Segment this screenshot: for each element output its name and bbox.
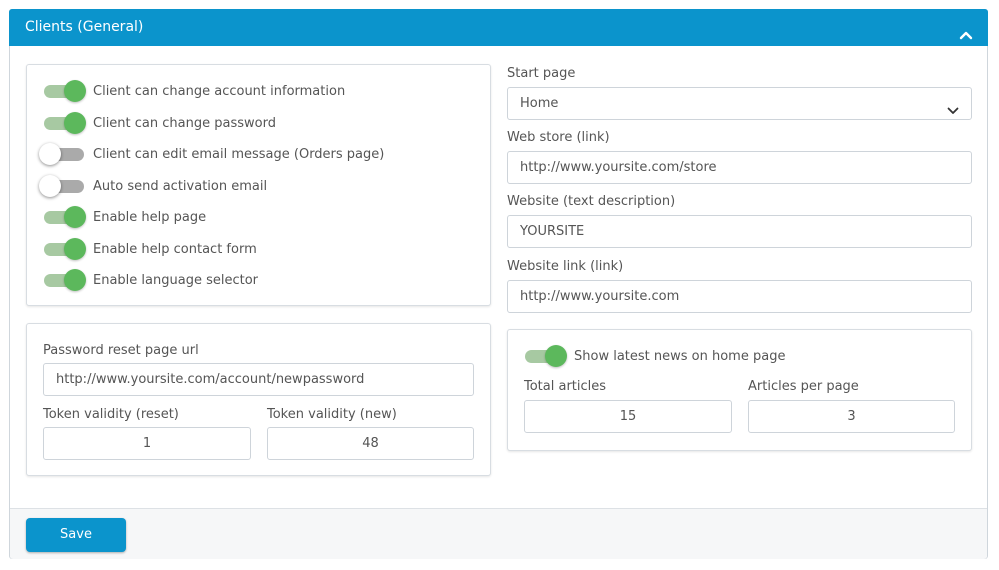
toggle-auto-send-activation[interactable]	[39, 175, 86, 197]
website-text-label: Website (text description)	[507, 194, 676, 209]
total-articles-label: Total articles	[524, 379, 607, 394]
toggle-enable-language-selector[interactable]	[44, 269, 86, 291]
token-validity-reset-label: Token validity (reset)	[43, 407, 179, 422]
client-options-card: Client can change account information Cl…	[26, 64, 491, 306]
password-reset-url-input[interactable]: http://www.yoursite.com/account/newpassw…	[43, 363, 474, 396]
toggle-change-password[interactable]	[44, 112, 86, 134]
panel-header[interactable]: Clients (General)	[9, 9, 988, 46]
option-enable-language-selector[interactable]: Enable language selector	[44, 269, 258, 291]
toggle-enable-help-page[interactable]	[44, 206, 86, 228]
total-articles-input[interactable]: 15	[524, 400, 732, 433]
website-text-input[interactable]: YOURSITE	[507, 215, 972, 248]
web-store-label: Web store (link)	[507, 130, 610, 145]
toggle-edit-email-message[interactable]	[39, 143, 86, 165]
articles-per-page-input[interactable]: 3	[748, 400, 955, 433]
chevron-up-icon[interactable]	[958, 20, 974, 40]
toggle-show-latest-news[interactable]	[525, 345, 567, 367]
start-page-label: Start page	[507, 66, 576, 81]
token-validity-reset-input[interactable]: 1	[43, 427, 251, 460]
password-reset-url-label: Password reset page url	[43, 343, 199, 358]
website-link-input[interactable]: http://www.yoursite.com	[507, 280, 972, 313]
start-page-value: Home	[520, 96, 559, 111]
option-label: Enable language selector	[93, 272, 258, 288]
panel-footer: Save	[10, 508, 987, 559]
option-label: Enable help contact form	[93, 241, 257, 257]
option-label: Client can change password	[93, 115, 276, 131]
password-reset-card: Password reset page url http://www.yours…	[26, 323, 491, 476]
option-label: Client can edit email message (Orders pa…	[93, 146, 385, 162]
toggle-enable-help-contact-form[interactable]	[44, 238, 86, 260]
token-validity-new-label: Token validity (new)	[267, 407, 397, 422]
articles-per-page-label: Articles per page	[748, 379, 859, 394]
option-enable-help-page[interactable]: Enable help page	[44, 206, 206, 228]
chevron-down-icon	[947, 98, 959, 114]
start-page-select[interactable]: Home	[507, 87, 972, 120]
option-label: Auto send activation email	[93, 178, 268, 194]
option-auto-send-activation[interactable]: Auto send activation email	[39, 175, 268, 197]
option-show-latest-news[interactable]: Show latest news on home page	[525, 345, 785, 367]
latest-news-card: Show latest news on home page Total arti…	[507, 329, 972, 451]
option-enable-help-contact-form[interactable]: Enable help contact form	[44, 238, 257, 260]
save-button[interactable]: Save	[26, 518, 126, 552]
web-store-input[interactable]: http://www.yoursite.com/store	[507, 151, 972, 184]
option-change-account-info[interactable]: Client can change account information	[44, 80, 345, 102]
panel-title: Clients (General)	[25, 19, 144, 35]
option-change-password[interactable]: Client can change password	[44, 112, 276, 134]
option-edit-email-message[interactable]: Client can edit email message (Orders pa…	[39, 143, 385, 165]
option-label: Enable help page	[93, 209, 207, 225]
clients-general-panel: Clients (General) Client can change acco…	[9, 9, 988, 559]
token-validity-new-input[interactable]: 48	[267, 427, 474, 460]
option-label: Show latest news on home page	[574, 348, 786, 364]
toggle-change-account-info[interactable]	[44, 80, 86, 102]
option-label: Client can change account information	[93, 83, 346, 99]
website-link-label: Website link (link)	[507, 259, 624, 274]
